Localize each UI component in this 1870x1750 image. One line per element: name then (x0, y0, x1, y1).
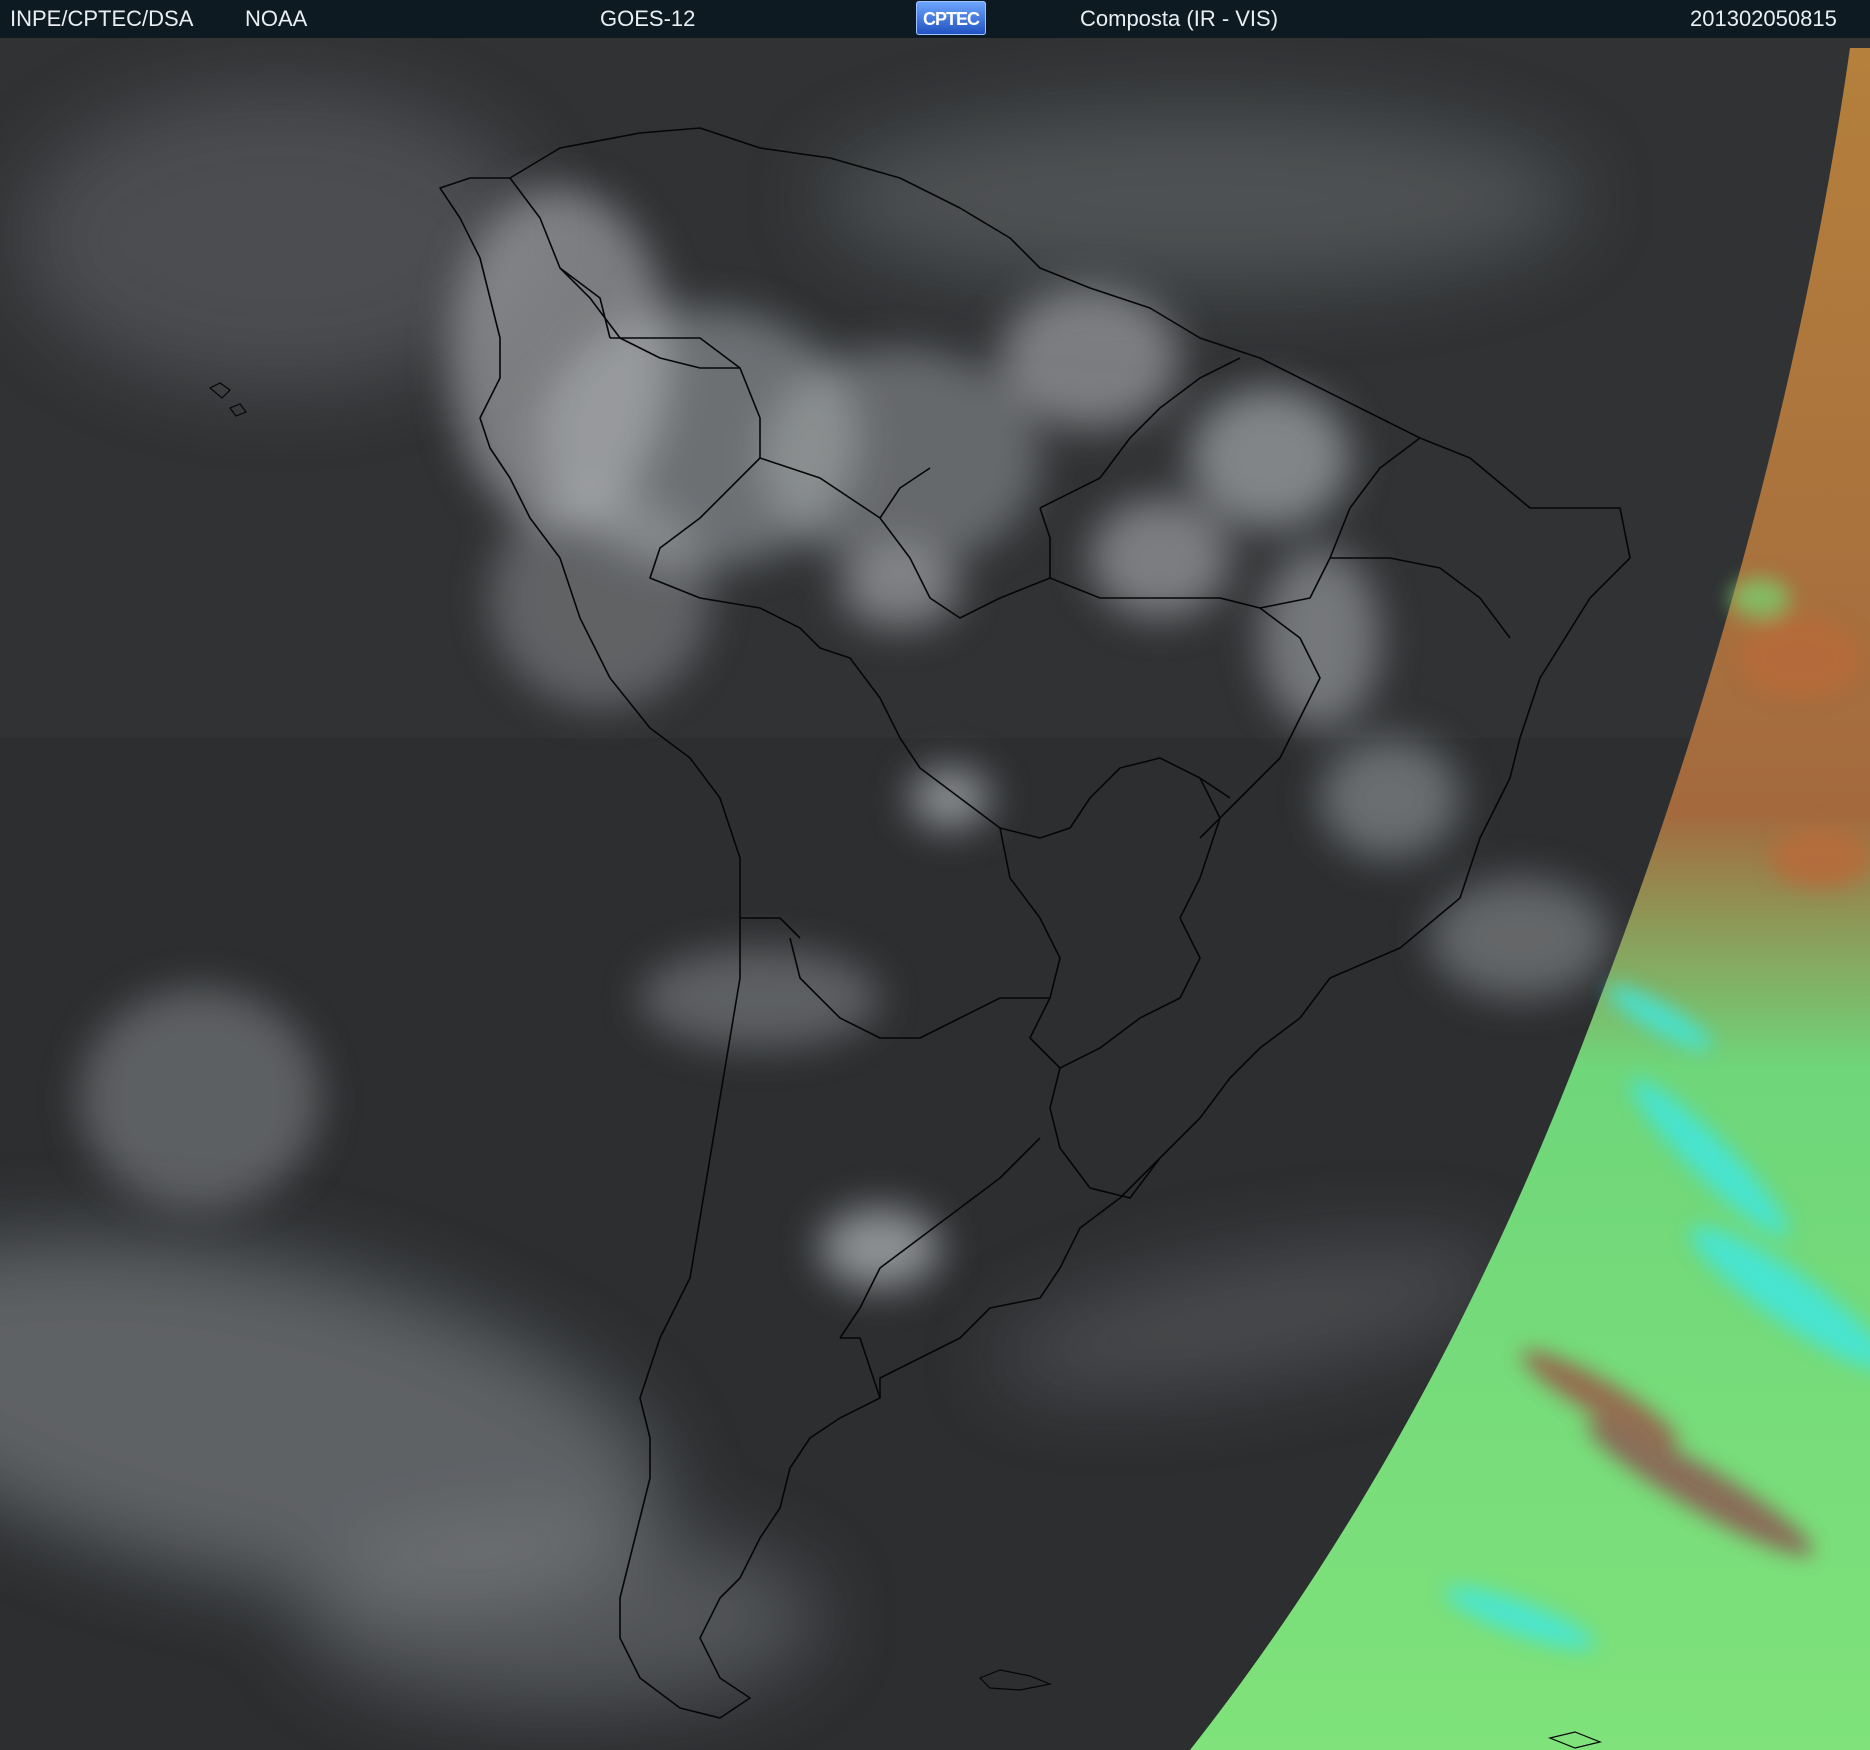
institution-label: INPE/CPTEC/DSA (10, 6, 194, 31)
timestamp-label: 201302050815 (1690, 6, 1837, 31)
header-bar: INPE/CPTEC/DSA NOAA GOES-12 CPTEC Compos… (0, 0, 1870, 39)
logo-text: CPTEC (922, 9, 980, 29)
product-label: Composta (IR - VIS) (1080, 6, 1279, 31)
agency-label: NOAA (245, 6, 308, 31)
satellite-image (0, 38, 1870, 1750)
satellite-label: GOES-12 (600, 6, 696, 31)
cptec-logo: CPTEC (916, 1, 986, 35)
